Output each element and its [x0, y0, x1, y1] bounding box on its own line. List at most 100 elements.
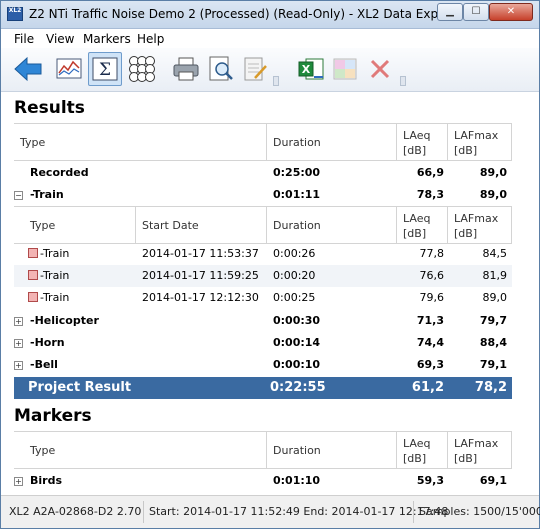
markers-heading: Markers [14, 406, 92, 426]
col-laeq-label: LAeq [403, 437, 431, 450]
cell-duration: 0:00:20 [273, 269, 316, 282]
cell-lafmax: 88,4 [479, 336, 507, 349]
cell-duration: 0:00:10 [273, 358, 321, 371]
app-icon: XL2 [7, 7, 23, 21]
col-lafmax-label: LAFmax [454, 212, 499, 225]
cell-duration: 0:00:26 [273, 247, 316, 260]
col-type[interactable]: Type [14, 207, 136, 244]
menu-markers[interactable]: Markers [83, 32, 131, 46]
cell-type-label: -Train [40, 291, 70, 304]
col-type[interactable]: Type [14, 124, 267, 161]
close-button[interactable]: ✕ [489, 3, 533, 21]
cell-type: -Helicopter [30, 314, 99, 327]
cell-laeq: 59,3 [416, 474, 444, 487]
row-recorded[interactable]: Recorded 0:25:00 66,9 89,0 [14, 162, 512, 184]
marker-color-swatch [28, 292, 38, 302]
col-laeq-label: LAeq [403, 129, 431, 142]
col-lafmax-unit: [dB] [454, 227, 478, 240]
status-device: XL2 A2A-02868-D2 2.70 [9, 505, 142, 518]
maximize-button[interactable]: ☐ [463, 3, 489, 21]
minimize-button[interactable]: ▁ [437, 3, 463, 21]
cell-start: 2014-01-17 11:59:25 [142, 269, 259, 282]
status-time-range: Start: 2014-01-17 11:52:49 End: 2014-01-… [149, 505, 449, 518]
sum-results-icon[interactable]: Σ [88, 52, 122, 86]
col-duration[interactable]: Duration [267, 207, 397, 244]
col-type[interactable]: Type [14, 432, 267, 469]
cell-laeq: 71,3 [416, 314, 444, 327]
col-lafmax[interactable]: LAFmax [dB] [448, 432, 512, 469]
expand-toggle[interactable]: + [14, 317, 23, 326]
cell-duration: 0:00:30 [273, 314, 321, 327]
cell-laeq: 79,6 [419, 291, 445, 304]
col-start-date[interactable]: Start Date [136, 207, 267, 244]
menu-file[interactable]: File [14, 32, 34, 46]
cell-duration: 0:01:11 [273, 188, 321, 201]
row-bell-group[interactable]: + -Bell 0:00:10 69,3 79,1 [14, 354, 512, 376]
back-arrow-icon[interactable] [11, 52, 45, 86]
cell-type-label: -Train [40, 247, 70, 260]
status-bar: XL2 A2A-02868-D2 2.70 Start: 2014-01-17 … [1, 495, 540, 528]
collapse-toggle[interactable]: − [14, 191, 23, 200]
col-lafmax-unit: [dB] [454, 452, 478, 465]
print-icon[interactable] [169, 52, 203, 86]
cell-type: -Train [28, 243, 69, 265]
col-laeq[interactable]: LAeq [dB] [397, 432, 448, 469]
expand-toggle[interactable]: + [14, 477, 23, 486]
row-horn-group[interactable]: + -Horn 0:00:14 74,4 88,4 [14, 332, 512, 354]
cell-lafmax: 79,7 [479, 314, 507, 327]
col-laeq-unit: [dB] [403, 144, 427, 157]
cell-lafmax: 84,5 [482, 247, 508, 260]
cell-type: Birds [30, 474, 63, 487]
col-lafmax[interactable]: LAFmax [dB] [448, 207, 512, 244]
svg-text:X: X [302, 63, 311, 76]
train-item-row[interactable]: -Train 2014-01-17 12:12:30 0:00:25 79,6 … [14, 287, 512, 309]
print-preview-icon[interactable] [204, 52, 238, 86]
col-duration[interactable]: Duration [267, 432, 397, 469]
cell-type: -Bell [30, 358, 58, 371]
menu-view[interactable]: View [46, 32, 74, 46]
delete-icon[interactable] [363, 52, 397, 86]
col-lafmax-label: LAFmax [454, 129, 499, 142]
col-laeq-unit: [dB] [403, 452, 427, 465]
col-laeq[interactable]: LAeq [dB] [397, 207, 448, 244]
cell-laeq: 76,6 [419, 269, 445, 282]
excel-export-icon[interactable]: X [294, 52, 328, 86]
status-samples: Samples: 1500/15'000 [419, 505, 540, 518]
row-helicopter-group[interactable]: + -Helicopter 0:00:30 71,3 79,7 [14, 310, 512, 332]
results-heading: Results [14, 98, 85, 118]
svg-text:Σ: Σ [99, 60, 111, 80]
train-item-row[interactable]: -Train 2014-01-17 11:59:25 0:00:20 76,6 … [14, 265, 512, 287]
cell-duration: 0:00:25 [273, 291, 316, 304]
markers-grid-icon[interactable] [125, 52, 159, 86]
cell-type: Project Result [28, 380, 132, 395]
title-bar[interactable]: XL2 Z2 NTi Traffic Noise Demo 2 (Process… [1, 1, 539, 29]
cell-laeq: 77,8 [419, 247, 445, 260]
project-result-row[interactable]: Project Result 0:22:55 61,2 78,2 [14, 377, 512, 399]
toolbar-separator [399, 52, 407, 86]
col-laeq[interactable]: LAeq [dB] [397, 124, 448, 161]
train-item-row[interactable]: -Train 2014-01-17 11:53:37 0:00:26 77,8 … [14, 243, 512, 265]
expand-toggle[interactable]: + [14, 339, 23, 348]
row-train-group[interactable]: − -Train 0:01:11 78,3 89,0 [14, 184, 512, 206]
cell-type: -Train [30, 188, 64, 201]
report-edit-icon[interactable] [238, 52, 272, 86]
train-subheader: Type Start Date Duration LAeq [dB] LAFma… [14, 206, 512, 244]
col-lafmax[interactable]: LAFmax [dB] [448, 124, 512, 161]
status-separator [413, 501, 414, 523]
cell-duration: 0:25:00 [273, 166, 321, 179]
cell-lafmax: 89,0 [479, 188, 507, 201]
cell-laeq: 78,3 [416, 188, 444, 201]
cell-lafmax: 79,1 [479, 358, 507, 371]
toolbar: Σ X [1, 48, 539, 92]
expand-toggle[interactable]: + [14, 361, 23, 370]
menu-help[interactable]: Help [137, 32, 164, 46]
col-lafmax-unit: [dB] [454, 144, 478, 157]
cell-start: 2014-01-17 12:12:30 [142, 291, 259, 304]
results-pane[interactable]: Results Type Duration LAeq [dB] LAFmax [… [1, 92, 539, 495]
cell-duration: 0:22:55 [270, 380, 326, 395]
cell-duration: 0:00:14 [273, 336, 321, 349]
col-duration[interactable]: Duration [267, 124, 397, 161]
chart-view-icon[interactable] [52, 52, 86, 86]
row-birds-marker[interactable]: + Birds 0:01:10 59,3 69,1 [14, 470, 512, 492]
table-colors-icon[interactable] [328, 52, 362, 86]
